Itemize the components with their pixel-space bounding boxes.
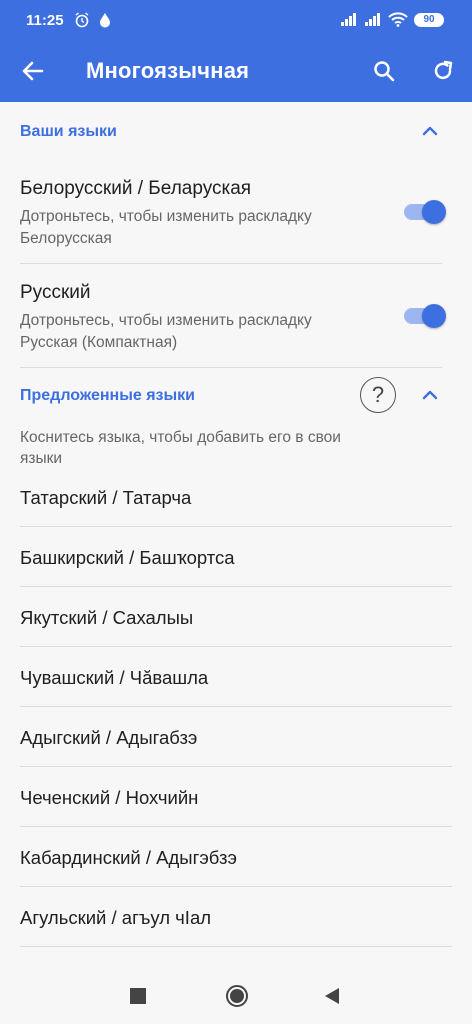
language-row-belarusian[interactable]: Белорусский / Беларуская Дотроньтесь, чт… (20, 160, 446, 264)
battery-icon: 90 (414, 13, 444, 27)
back-button[interactable] (16, 54, 50, 88)
system-nav-bar (0, 968, 472, 1024)
home-icon (230, 989, 244, 1003)
app-bar: Многоязычная (0, 40, 472, 102)
your-languages-header[interactable]: Ваши языки (0, 102, 472, 162)
home-button[interactable] (226, 985, 248, 1007)
suggested-language-name: Чеченский / Нохчийн (20, 787, 199, 808)
toggle-knob (422, 200, 446, 224)
suggested-language-item[interactable]: Кабардинский / Адыгэбзэ (20, 827, 452, 887)
toggle-knob (422, 304, 446, 328)
search-button[interactable] (367, 54, 401, 88)
battery-level: 90 (423, 14, 435, 25)
drop-icon (100, 13, 110, 28)
signal-icon-2 (365, 13, 380, 26)
suggested-language-name: Чувашский / Чӑвашла (20, 667, 209, 688)
search-icon (374, 61, 395, 82)
language-toggle[interactable] (404, 304, 446, 328)
status-time: 11:25 (26, 12, 64, 29)
layout-text: Русская (Компактная) (20, 334, 178, 351)
suggested-language-item[interactable]: Агульский / агъул чӀал (20, 887, 452, 947)
suggested-hint: Коснитесь языка, чтобы добавить его в св… (20, 429, 341, 467)
page-title: Многоязычная (86, 58, 250, 83)
language-hint: Дотроньтесь, чтобы изменить раскладку Бе… (20, 206, 380, 250)
status-bar: 11:25 90 (0, 0, 472, 40)
suggested-language-item[interactable]: Чеченский / Нохчийн (20, 767, 452, 827)
refresh-button[interactable] (426, 54, 460, 88)
language-name: Белорусский / Беларуская (20, 178, 252, 199)
alarm-icon (75, 12, 89, 28)
suggested-languages-header[interactable]: Предложенные языки (0, 368, 472, 424)
refresh-icon (434, 60, 453, 80)
language-toggle[interactable] (404, 200, 446, 224)
suggested-language-name: Якутский / Сахалыы (20, 607, 194, 628)
wifi-icon (388, 12, 408, 27)
suggested-language-name: Кабардинский / Адыгэбзэ (20, 847, 237, 868)
back-nav-button[interactable] (324, 987, 340, 1005)
signal-icon-1 (341, 13, 356, 26)
suggested-language-item[interactable]: Адыгский / Адыгабзэ (20, 707, 452, 767)
recents-button[interactable] (130, 988, 146, 1004)
hint-text: Дотроньтесь, чтобы изменить раскладку (20, 312, 312, 329)
suggested-languages-label: Предложенные языки (20, 387, 196, 404)
suggested-language-name: Татарский / Татарча (20, 487, 192, 508)
hint-text: Дотроньтесь, чтобы изменить раскладку (20, 208, 312, 225)
suggested-language-name: Адыгский / Адыгабзэ (20, 727, 198, 748)
suggested-language-item[interactable]: Башкирский / Башҡортса (20, 527, 452, 587)
help-button[interactable]: ? (360, 377, 396, 413)
chevron-up-icon (422, 390, 438, 400)
suggested-language-item[interactable]: Татарский / Татарча (20, 467, 452, 527)
arrow-back-icon (22, 61, 44, 81)
your-languages-label: Ваши языки (20, 123, 117, 140)
chevron-up-icon (422, 126, 438, 136)
help-icon: ? (371, 382, 385, 407)
suggested-language-name: Агульский / агъул чӀал (20, 907, 212, 928)
suggested-language-item[interactable]: Якутский / Сахалыы (20, 587, 452, 647)
suggested-language-name: Башкирский / Башҡортса (20, 547, 235, 568)
language-hint: Дотроньтесь, чтобы изменить раскладку Ру… (20, 310, 380, 354)
language-row-russian[interactable]: Русский Дотроньтесь, чтобы изменить раск… (20, 264, 446, 368)
language-name: Русский (20, 282, 91, 303)
layout-text: Белорусская (20, 230, 112, 247)
suggested-language-item[interactable]: Чувашский / Чӑвашла (20, 647, 452, 707)
